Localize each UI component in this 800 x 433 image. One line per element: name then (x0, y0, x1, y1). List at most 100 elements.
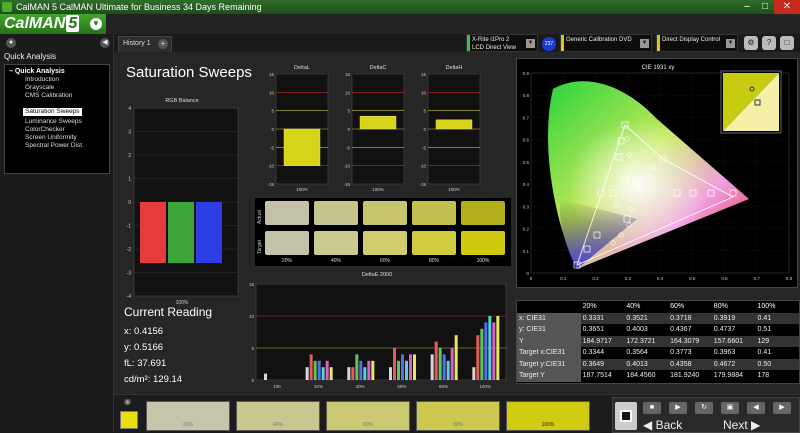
deltae-xtick: 80% (439, 384, 448, 389)
camera-icon[interactable]: ◉ (124, 397, 131, 406)
small-chart-ytick: -5 (346, 145, 350, 150)
source-name: Generic Calibration DVD (566, 37, 632, 43)
tab-history-1[interactable]: History 1 + (118, 36, 172, 52)
deltae-bar (329, 367, 333, 380)
deltae-bar (492, 322, 496, 380)
maximize-icon[interactable]: □ (756, 0, 774, 14)
prev-icon[interactable]: ◀ (747, 402, 765, 414)
back-button[interactable]: ◀ Back (643, 418, 682, 432)
reading-y: y: 0.5166 (124, 342, 164, 353)
close-icon[interactable]: ✕ (774, 0, 800, 14)
deltae-bar (363, 367, 367, 380)
table-cell: 0.4003 (626, 326, 648, 334)
small-chart-ytick: -10 (343, 164, 350, 169)
source-device-selector[interactable]: Generic Calibration DVD ▼ (560, 34, 652, 52)
help-icon[interactable]: ? (762, 36, 776, 50)
deltae-bar (438, 348, 442, 380)
small-chart-xlabel: 100% (448, 187, 460, 192)
display-status-stripe (657, 35, 660, 51)
patch-strip[interactable]: 100% (506, 401, 590, 431)
table-cell: 0.3963 (713, 349, 736, 357)
play-icon[interactable]: ▶ (669, 402, 687, 414)
deltal-chart: DeltaL 15 10 5 0 -5 -10 -15 100% (262, 64, 342, 192)
meter-device-selector[interactable]: X-Rite i1Pro 2 LCD Direct View ▼ (466, 34, 538, 52)
patch-strip[interactable]: 20% (146, 401, 230, 431)
tree-item-introduction[interactable]: Introduction (25, 76, 109, 84)
tree-item-spectral-power-dist[interactable]: Spectral Power Dist. (25, 142, 109, 150)
cie-xtick: 0.7 (754, 276, 761, 281)
tree-item-luminance-sweeps[interactable]: Luminance Sweeps (25, 118, 109, 126)
minimize-icon[interactable]: – (738, 0, 756, 14)
deltae-bar (480, 328, 484, 380)
tree-item-saturation-sweeps[interactable]: Saturation Sweeps (23, 108, 82, 116)
back-circle-icon[interactable]: ● (6, 38, 16, 48)
small-chart-title: DeltaH (446, 65, 463, 71)
add-tab-icon[interactable]: + (158, 39, 168, 49)
deltae-xtick: 60% (397, 384, 406, 389)
target-swatch (412, 231, 456, 255)
tree-item-colorchecker[interactable]: ColorChecker (25, 126, 109, 134)
swatch-label: 80% (428, 258, 439, 264)
measure-button[interactable] (615, 402, 637, 430)
measurement-table-grid: 20% 40% 60% 80% 100% x: CIE31 0.3331 0.3521 0.37… (517, 301, 799, 382)
small-chart-bar (435, 119, 473, 130)
table-cell: 178 (757, 372, 770, 380)
table-cell: 0.3649 (580, 358, 625, 370)
settings-gear-icon[interactable]: ⚙ (744, 36, 758, 50)
display-device-selector[interactable]: Direct Display Control ▼ (656, 34, 738, 52)
deltae-bar (309, 354, 313, 380)
save-icon[interactable]: ▣ (721, 402, 739, 414)
tree-item-cms-calibration[interactable]: CMS Calibration (25, 92, 109, 100)
table-cell: 181.9240 (670, 372, 700, 380)
patch-strip[interactable]: 60% (326, 401, 410, 431)
swatch-label: 20% (281, 258, 292, 264)
stop-small-icon[interactable]: ■ (643, 402, 661, 414)
calman-logo-menu[interactable]: CalMAN 5 ▼ (0, 14, 106, 34)
table-cell: 0.41 (757, 349, 772, 357)
deltae-2000-svg: DeltaE 2000 15 10 5 0 100 20% 40% 60% 80% 100% (249, 272, 507, 389)
main-content: Saturation Sweeps RGB Balance 4 3 2 1 0 -1 -2 -3… (114, 52, 800, 394)
back-arrow-icon: ◀ (643, 418, 656, 432)
patch-strip[interactable]: 80% (416, 401, 500, 431)
next-icon[interactable]: ▶ (773, 402, 791, 414)
cie-1931-svg: CIE 1931 xy 0 0.1 0.2 0.3 0.4 0.5 0.6 0.7 0.8 0.9… (523, 65, 793, 281)
table-cell: 0.3331 (580, 312, 625, 324)
logo-text: CalMAN (4, 15, 66, 32)
deltae-bar (367, 360, 371, 380)
deltae-bar (325, 360, 329, 380)
continuous-icon[interactable]: ↻ (695, 402, 713, 414)
deltae-ytick: 5 (251, 346, 254, 351)
patch-strip[interactable]: 40% (236, 401, 320, 431)
target-swatch (461, 231, 505, 255)
fullscreen-icon[interactable]: □ (780, 36, 794, 50)
rgb-bar-blue (196, 202, 222, 264)
tree-item-grayscale[interactable]: Grayscale (25, 84, 109, 92)
window-controls: – □ ✕ (738, 0, 800, 14)
table-row-label: Target Y (517, 370, 581, 382)
deltae-bar (450, 348, 454, 380)
table-cell: 129 (755, 335, 799, 347)
current-reading-title: Current Reading (124, 305, 213, 319)
cie-xtick: 0.6 (721, 276, 728, 281)
source-status-stripe (561, 35, 564, 51)
actual-swatch (314, 201, 358, 225)
deltae-bar (442, 354, 446, 380)
workflow-tree: – Quick Analysis Introduction Grayscale CM… (4, 64, 110, 174)
reading-x: x: 0.4156 (124, 326, 164, 337)
table-cell: 0.3344 (582, 349, 605, 357)
collapse-sidebar-icon[interactable]: ◀ (100, 38, 110, 48)
cie-ytick: 0.5 (523, 160, 530, 165)
tree-item-screen-uniformity[interactable]: Screen Uniformity (25, 134, 109, 142)
small-chart-ytick: -15 (419, 182, 426, 187)
tree-root[interactable]: – Quick Analysis (9, 68, 109, 75)
patch-strip-label: 20% (182, 422, 193, 428)
deltae-bar (405, 360, 408, 380)
title-bar: CalMAN 5 CalMAN Ultimate for Business 34… (0, 0, 800, 14)
deltae-bar (359, 360, 363, 380)
next-button[interactable]: Next ▶ (723, 418, 760, 432)
small-chart-ytick: 5 (347, 109, 350, 114)
sidebar: ● ◀ Quick Analysis – Quick Analysis Intr… (0, 34, 114, 432)
table-cell: 0.3564 (626, 349, 648, 357)
table-cell: 0.4358 (668, 358, 712, 370)
deltah-svg: DeltaH 15 10 5 0 -5 -10 -15 100% (419, 65, 481, 192)
